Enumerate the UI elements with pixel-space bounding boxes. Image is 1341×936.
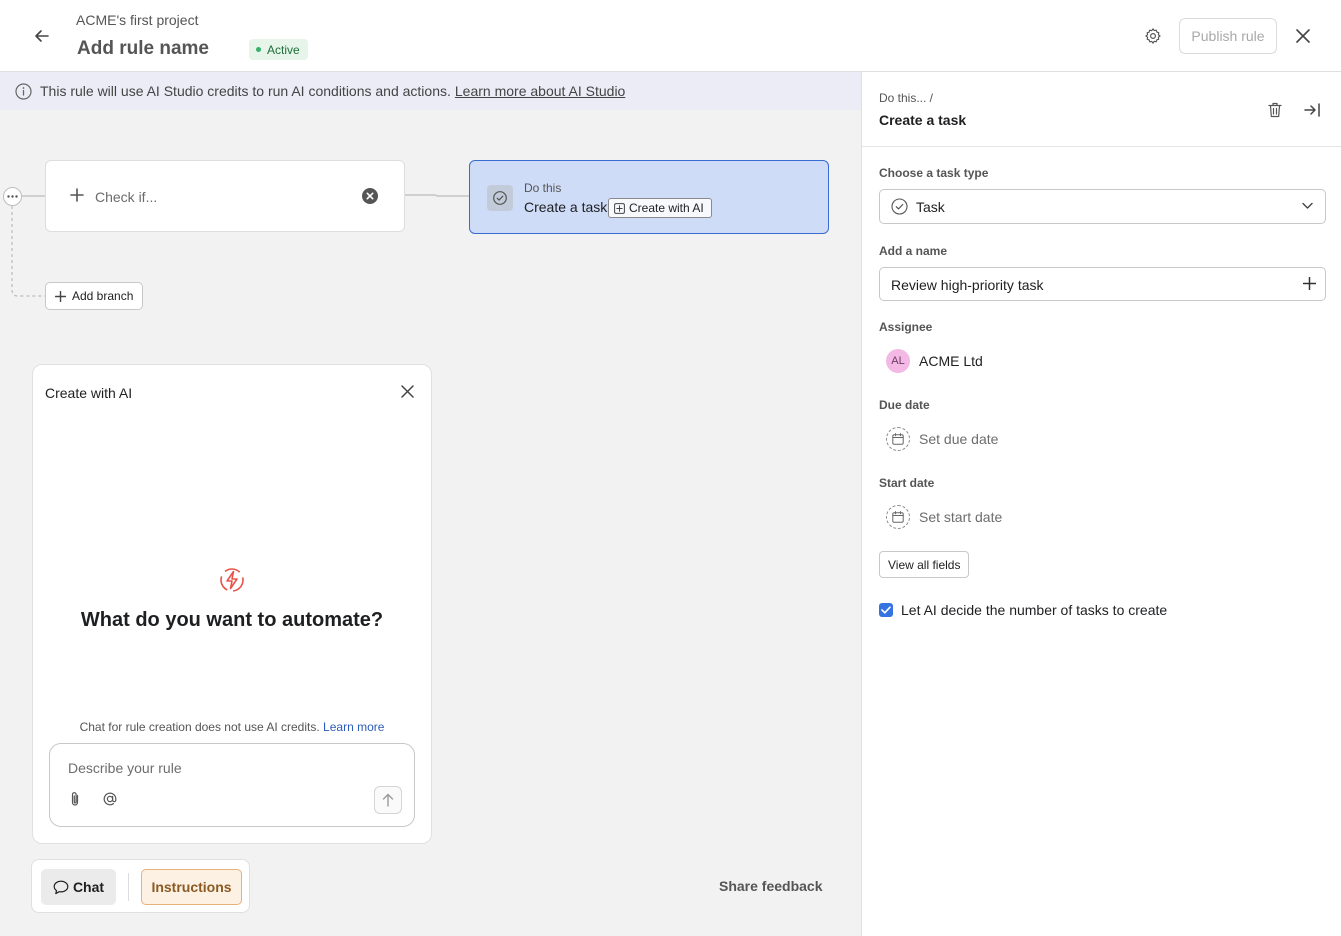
start-date-placeholder: Set start date xyxy=(919,509,1003,525)
back-arrow-icon[interactable] xyxy=(28,22,56,50)
assignee-label: Assignee xyxy=(879,320,933,334)
task-check-icon xyxy=(487,185,513,211)
ai-note-text: Chat for rule creation does not use AI c… xyxy=(79,720,320,734)
assignee-name: ACME Ltd xyxy=(919,353,983,369)
task-name-input[interactable] xyxy=(891,275,1291,295)
rule-name-title[interactable]: Add rule name xyxy=(77,38,209,60)
mode-toggle-bar: Chat Instructions xyxy=(31,859,250,913)
create-with-ai-chip[interactable]: Create with AI xyxy=(608,198,712,218)
instructions-tab-button[interactable]: Instructions xyxy=(141,869,242,905)
send-arrow-icon[interactable] xyxy=(374,786,402,814)
ai-decide-label: Let AI decide the number of tasks to cre… xyxy=(901,602,1168,618)
start-date-selector[interactable]: Set start date xyxy=(886,505,1002,529)
plus-icon[interactable] xyxy=(1303,277,1316,290)
calendar-icon xyxy=(886,427,910,451)
calendar-icon xyxy=(886,505,910,529)
ai-decide-checkbox[interactable] xyxy=(879,603,893,617)
close-icon[interactable] xyxy=(397,381,417,401)
ai-panel-title: Create with AI xyxy=(45,385,133,401)
task-type-value: Task xyxy=(916,198,945,215)
publish-rule-button[interactable]: Publish rule xyxy=(1179,18,1277,54)
check-if-card[interactable]: Check if... xyxy=(45,160,405,232)
due-date-placeholder: Set due date xyxy=(919,431,999,447)
chat-tab-button[interactable]: Chat xyxy=(41,869,116,905)
learn-more-link[interactable]: Learn more xyxy=(323,720,384,734)
add-name-label: Add a name xyxy=(879,244,948,258)
paperclip-icon[interactable] xyxy=(68,791,82,807)
create-with-ai-chip-label: Create with AI xyxy=(629,201,704,215)
trash-icon[interactable] xyxy=(1264,99,1286,121)
due-date-label: Due date xyxy=(879,398,930,412)
action-details-panel: Do this... / Create a task Choose a task… xyxy=(861,72,1341,936)
ai-sparkle-icon xyxy=(614,202,625,214)
status-badge: Active xyxy=(249,39,308,60)
ai-decide-checkbox-row[interactable]: Let AI decide the number of tasks to cre… xyxy=(879,602,1167,618)
start-date-label: Start date xyxy=(879,476,935,490)
task-type-select[interactable]: Task xyxy=(879,189,1326,224)
do-this-label: Do this xyxy=(524,181,562,195)
check-if-label: Check if... xyxy=(95,189,158,205)
check-circle-icon xyxy=(891,198,908,215)
status-badge-label: Active xyxy=(267,42,300,57)
view-all-fields-button[interactable]: View all fields xyxy=(879,551,970,578)
action-title: Create a task xyxy=(524,199,608,215)
project-name[interactable]: ACME's first project xyxy=(76,12,198,28)
do-this-card[interactable]: Do this Create a task Create with AI xyxy=(469,160,829,234)
plus-icon xyxy=(55,290,66,302)
share-feedback-link[interactable]: Share feedback xyxy=(719,878,823,894)
more-options-icon[interactable] xyxy=(3,187,22,206)
describe-rule-input[interactable] xyxy=(68,758,388,778)
close-icon[interactable] xyxy=(1290,23,1316,49)
side-panel-header: Do this... / Create a task xyxy=(862,72,1341,147)
create-with-ai-panel: Create with AI What do you want to autom… xyxy=(32,364,432,844)
plus-icon xyxy=(70,188,84,202)
rule-canvas: This rule will use AI Studio credits to … xyxy=(0,72,861,936)
add-branch-button[interactable]: Add branch xyxy=(45,282,144,310)
gear-icon[interactable] xyxy=(1140,23,1166,49)
remove-condition-icon[interactable] xyxy=(362,188,378,204)
chevron-down-icon xyxy=(1302,202,1313,210)
checkmark-icon xyxy=(881,606,891,614)
due-date-selector[interactable]: Set due date xyxy=(886,427,998,451)
task-type-label: Choose a task type xyxy=(879,166,989,180)
divider xyxy=(128,873,129,901)
lightning-bolt-icon xyxy=(219,567,245,593)
avatar: AL xyxy=(886,349,910,373)
add-branch-label: Add branch xyxy=(72,289,134,303)
collapse-panel-icon[interactable] xyxy=(1301,99,1323,121)
task-name-field xyxy=(879,267,1326,301)
mention-icon[interactable] xyxy=(102,791,118,807)
breadcrumb[interactable]: Do this... / xyxy=(879,91,933,105)
status-dot-icon xyxy=(256,47,261,52)
assignee-selector[interactable]: AL ACME Ltd xyxy=(886,349,983,373)
chat-tab-label: Chat xyxy=(72,879,105,895)
side-panel-title: Create a task xyxy=(879,112,967,128)
chat-bubble-icon xyxy=(53,880,69,894)
describe-rule-input-box xyxy=(49,743,415,827)
ai-credits-note: Chat for rule creation does not use AI c… xyxy=(33,720,431,734)
ai-headline: What do you want to automate? xyxy=(80,609,384,631)
header: ACME's first project Add rule name Activ… xyxy=(0,0,1341,72)
